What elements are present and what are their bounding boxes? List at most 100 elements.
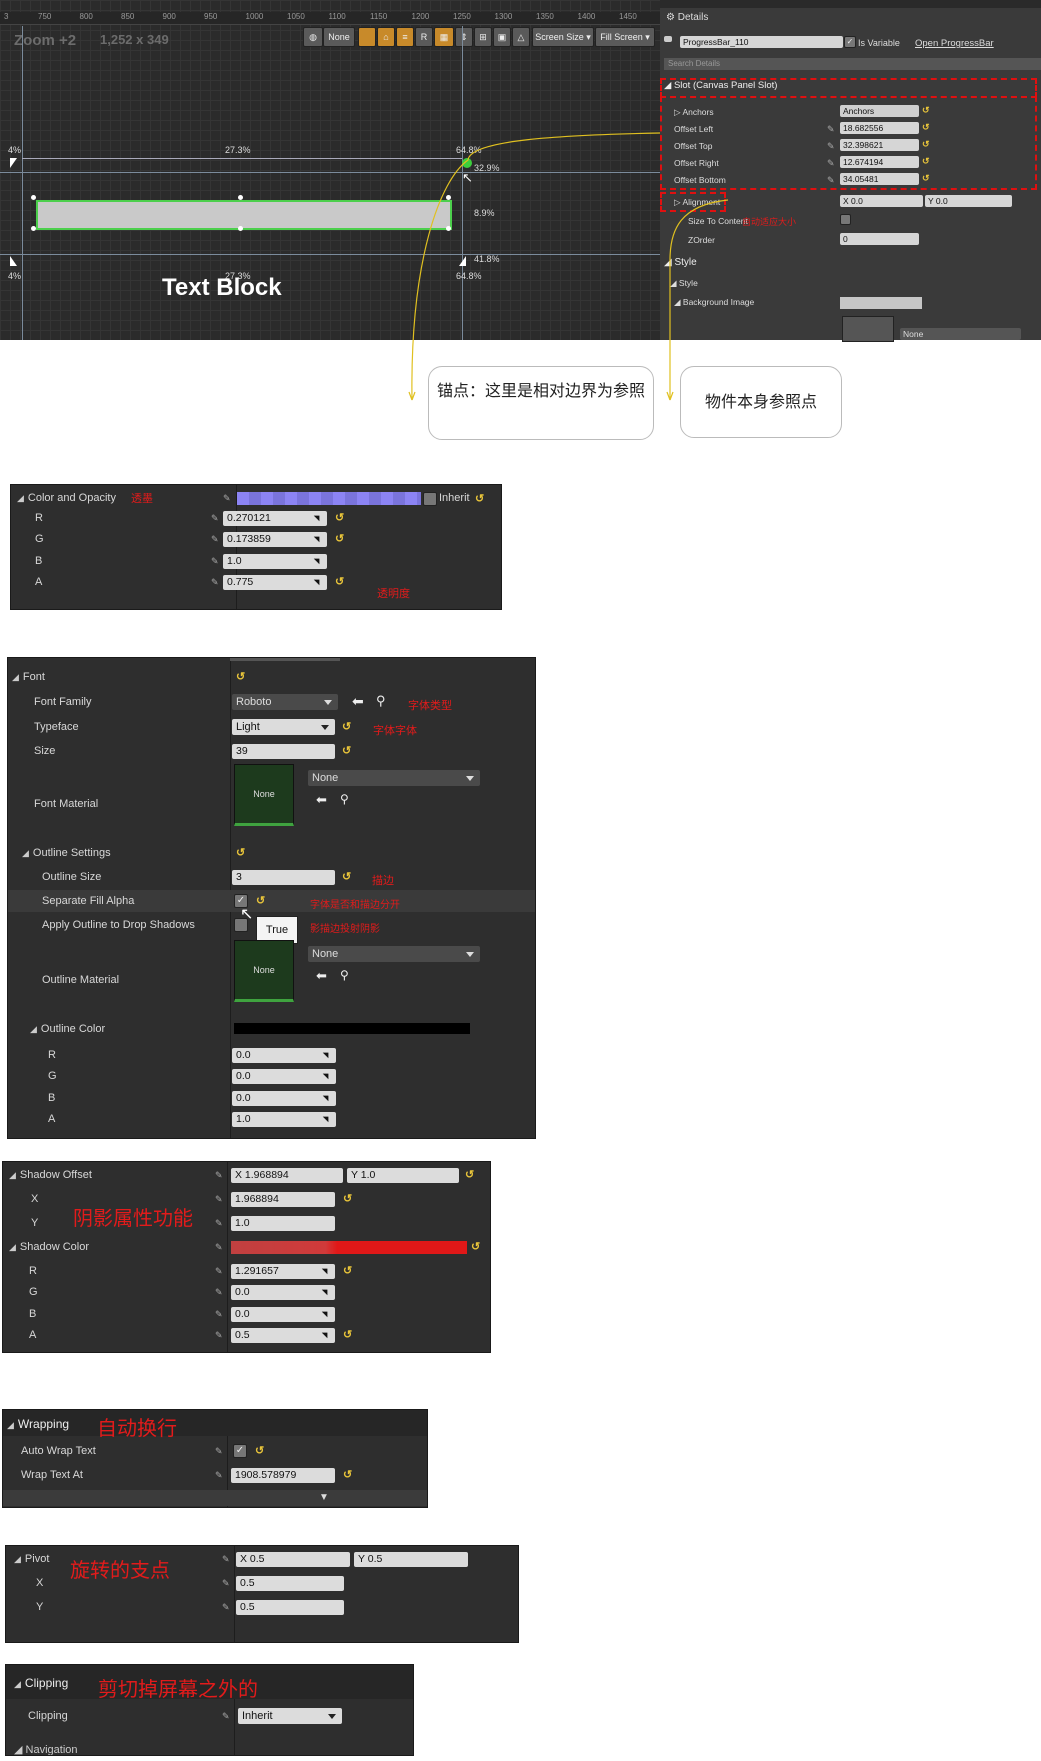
search-icon[interactable]: ⚲	[340, 968, 349, 982]
channel-value: 0.0	[235, 1307, 250, 1320]
font-family-dropdown[interactable]: Roboto	[232, 694, 338, 710]
color-opacity-label-text: Color and Opacity	[27, 492, 116, 504]
channel-value: 1.0	[236, 1112, 251, 1125]
pin-icon: ✎	[211, 513, 219, 523]
channel-field[interactable]: 0.5	[231, 1327, 335, 1343]
drag-handle-icon[interactable]	[316, 513, 324, 522]
clipping-row-label: Clipping	[28, 1710, 68, 1722]
reset-icon[interactable]: ↺	[335, 511, 344, 524]
reset-icon[interactable]: ↺	[342, 720, 351, 733]
shadow-y-field[interactable]: 1.0	[231, 1216, 335, 1231]
drag-handle-icon[interactable]	[316, 556, 324, 565]
channel-field[interactable]: 1.0	[232, 1111, 336, 1127]
reset-icon[interactable]: ↺	[343, 1468, 352, 1481]
shadow-color-header[interactable]: ◢ Shadow Color	[9, 1241, 89, 1253]
shadow-offset-header[interactable]: ◢ Shadow Offset	[9, 1169, 92, 1181]
color-opacity-note: 透墨	[131, 492, 153, 505]
shadow-color-row: ◢ Shadow Color ✎ ↺	[3, 1236, 490, 1258]
channel-field[interactable]: 1.291657	[231, 1264, 335, 1279]
font-material-dropdown[interactable]: None	[308, 770, 480, 786]
channel-row: R ✎ 0.270121 ↺	[11, 507, 501, 529]
outline-material-dropdown[interactable]: None	[308, 946, 480, 962]
reset-icon[interactable]: ↺	[342, 870, 351, 883]
size-label: Size	[34, 745, 56, 757]
pin-icon: ✎	[211, 534, 219, 545]
channel-field[interactable]: 0.0	[232, 1090, 336, 1106]
channel-field[interactable]: 1.0	[223, 553, 327, 569]
channel-label: A	[48, 1112, 56, 1125]
color-swatch[interactable]	[237, 492, 421, 505]
font-header-label: Font	[22, 671, 45, 683]
reset-icon[interactable]: ↺	[343, 1328, 352, 1341]
shadow-offset-x-field[interactable]: X 1.968894	[231, 1168, 343, 1183]
drag-handle-icon[interactable]	[324, 1266, 332, 1275]
wrapping-header[interactable]: ◢ Wrapping	[7, 1417, 69, 1431]
drag-handle-icon[interactable]	[325, 1093, 333, 1102]
channel-field[interactable]: 0.0	[232, 1048, 336, 1063]
search-icon[interactable]: ⚲	[376, 693, 386, 709]
drag-handle-icon[interactable]	[316, 534, 324, 543]
pin-icon: ✎	[222, 1578, 230, 1588]
wrapping-header-label: Wrapping	[17, 1417, 70, 1431]
navigation-header[interactable]: ◢ Navigation	[14, 1743, 78, 1755]
reset-icon[interactable]: ↺	[465, 1168, 474, 1181]
shadow-color-swatch[interactable]	[231, 1241, 467, 1254]
outline-size-field[interactable]: 3	[232, 870, 335, 885]
drag-handle-icon[interactable]	[324, 1330, 332, 1339]
reset-icon[interactable]: ↺	[342, 744, 351, 757]
size-field[interactable]: 39	[232, 744, 335, 759]
channel-field[interactable]: 0.0	[231, 1285, 335, 1301]
reset-icon[interactable]: ↺	[475, 492, 484, 505]
search-icon[interactable]: ⚲	[340, 792, 349, 806]
chevron-down-icon	[328, 1714, 336, 1719]
reset-icon[interactable]: ↺	[236, 846, 245, 859]
channel-field[interactable]: 0.270121	[223, 511, 327, 526]
reset-icon[interactable]: ↺	[335, 532, 344, 545]
drag-handle-icon[interactable]	[325, 1114, 333, 1123]
reset-icon[interactable]: ↺	[335, 575, 344, 588]
outline-material-thumbnail[interactable]: None	[234, 940, 294, 1002]
pivot-x-field[interactable]: 0.5	[236, 1576, 344, 1591]
advanced-expander[interactable]: ▼	[3, 1490, 427, 1506]
shadow-offset-y-field[interactable]: Y 1.0	[347, 1168, 459, 1183]
channel-field[interactable]: 0.173859	[223, 532, 327, 548]
arrow-left-icon[interactable]: ⬅	[352, 693, 364, 710]
font-material-thumbnail[interactable]: None	[234, 764, 294, 826]
auto-wrap-checkbox[interactable]: ✓	[233, 1444, 247, 1458]
pivot-x-combined-field[interactable]: X 0.5	[236, 1552, 350, 1567]
reset-icon[interactable]: ↺	[471, 1240, 480, 1253]
outline-color-swatch[interactable]	[234, 1023, 470, 1034]
font-header[interactable]: ◢ Font	[12, 671, 45, 683]
typeface-row: Typeface Light ↺ 字体字体	[8, 716, 535, 738]
drag-handle-icon[interactable]	[325, 1071, 333, 1080]
anchor-callout: 锚点：这里是相对边界为参照	[428, 366, 654, 440]
reset-icon[interactable]: ↺	[236, 670, 245, 683]
reset-icon[interactable]: ↺	[256, 894, 265, 907]
typeface-label: Typeface	[34, 721, 79, 733]
channel-field[interactable]: 0.0	[232, 1069, 336, 1085]
pivot-y-combined-field[interactable]: Y 0.5	[354, 1552, 468, 1567]
reset-icon[interactable]: ↺	[255, 1444, 264, 1457]
pivot-header[interactable]: ◢ Pivot	[14, 1553, 49, 1565]
shadow-x-field[interactable]: 1.968894	[231, 1192, 335, 1207]
clipping-dropdown[interactable]: Inherit	[238, 1708, 342, 1724]
color-opacity-row: ◢ Color and Opacity 透墨 ✎ Inherit ↺	[11, 487, 501, 509]
color-opacity-label[interactable]: ◢ Color and Opacity	[17, 492, 116, 504]
clipping-header[interactable]: ◢ Clipping	[14, 1676, 68, 1690]
drag-handle-icon[interactable]	[325, 1050, 333, 1059]
drag-handle-icon[interactable]	[324, 1309, 332, 1318]
reset-icon[interactable]: ↺	[343, 1264, 352, 1277]
drag-handle-icon[interactable]	[324, 1287, 332, 1296]
arrow-left-icon[interactable]: ⬅	[316, 792, 327, 808]
outline-color-header[interactable]: ◢ Outline Color	[30, 1023, 105, 1035]
wrap-text-at-field[interactable]: 1908.578979	[231, 1468, 335, 1483]
drag-handle-icon[interactable]	[316, 577, 324, 586]
outline-settings-header[interactable]: ◢ Outline Settings	[22, 847, 111, 859]
typeface-dropdown[interactable]: Light	[232, 719, 335, 735]
channel-field[interactable]: 0.0	[231, 1306, 335, 1322]
channel-field[interactable]: 0.775	[223, 574, 327, 590]
inherit-checkbox[interactable]	[423, 492, 437, 506]
reset-icon[interactable]: ↺	[343, 1192, 352, 1205]
pivot-y-field[interactable]: 0.5	[236, 1600, 344, 1615]
arrow-left-icon[interactable]: ⬅	[316, 968, 327, 984]
